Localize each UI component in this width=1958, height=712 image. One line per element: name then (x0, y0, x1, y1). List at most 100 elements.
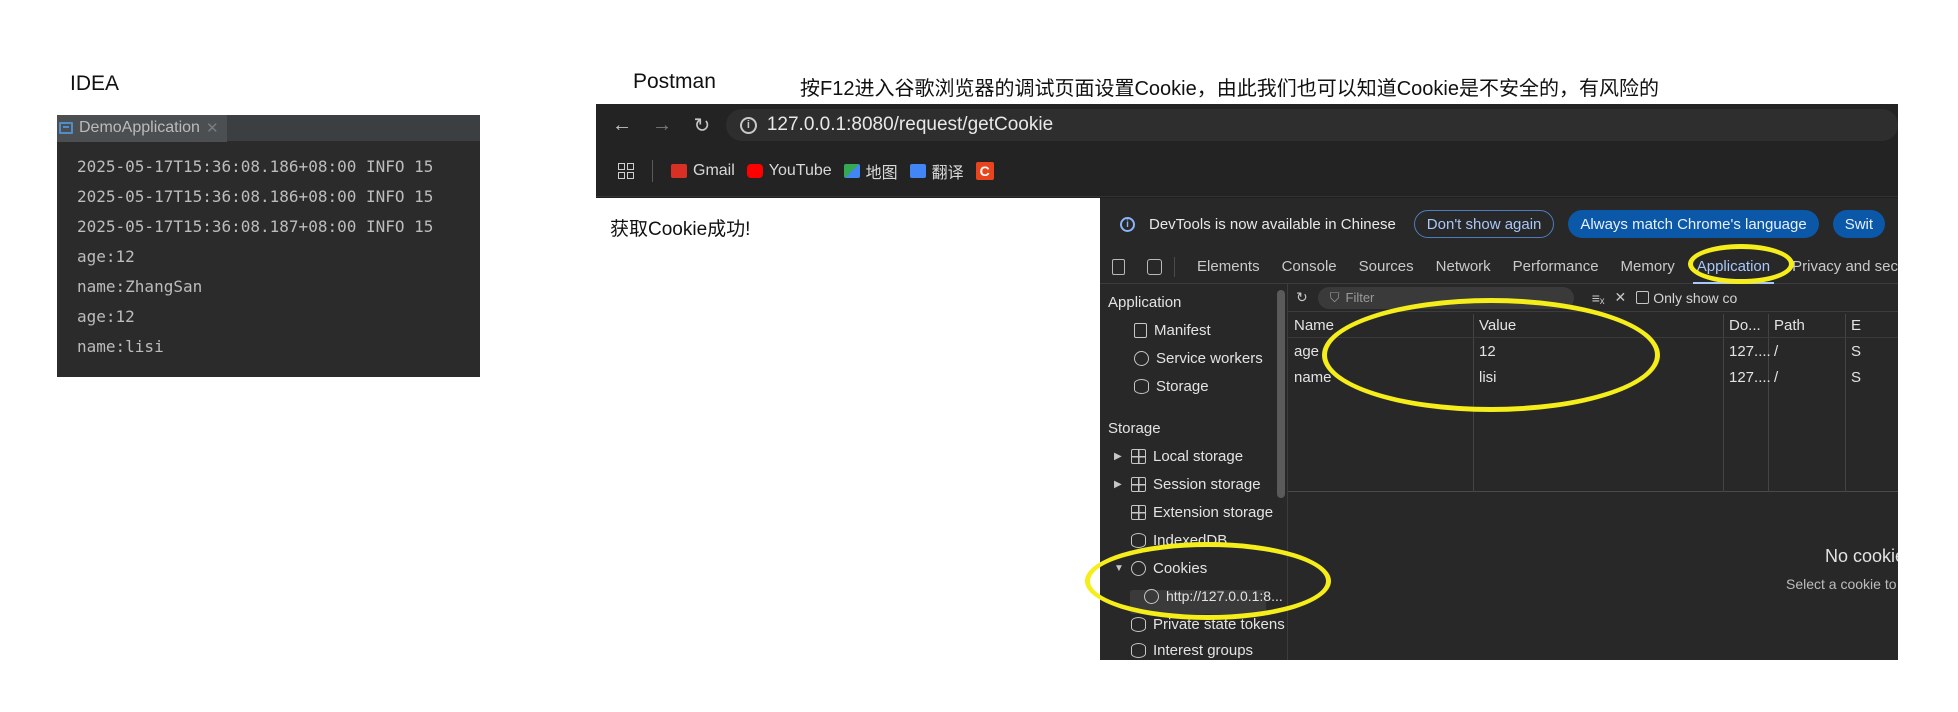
no-cookie-selected-title: No cookie selected (1825, 546, 1898, 566)
column-header-name[interactable]: Name (1294, 317, 1334, 334)
sidebar-item-label: Session storage (1153, 476, 1261, 493)
translate-icon (909, 164, 926, 178)
table-icon (1131, 449, 1146, 464)
maps-icon (843, 164, 860, 178)
idea-tab-label: DemoApplication (79, 119, 200, 136)
highlight-cookie-rows (1322, 298, 1660, 412)
sidebar-item-local-storage[interactable]: ▶ Local storage (1114, 448, 1243, 465)
table-cell-expires[interactable]: S (1851, 369, 1861, 386)
bookmark-label: 地图 (865, 165, 898, 182)
sidebar-item-interest-groups[interactable]: Interest groups (1131, 642, 1253, 659)
bookmark-gmail[interactable]: Gmail (671, 162, 735, 180)
table-cell-name[interactable]: age (1294, 343, 1319, 360)
no-cookie-selected-hint: Select a cookie to preview its (1786, 576, 1898, 592)
device-toolbar-icon[interactable] (1147, 258, 1163, 275)
back-icon[interactable]: ← (612, 114, 632, 137)
column-divider (1723, 314, 1724, 492)
sidebar-application-header: Application (1108, 294, 1182, 311)
table-cell-path[interactable]: / (1774, 369, 1778, 386)
note-caption: 按F12进入谷歌浏览器的调试页面设置Cookie，由此我们也可以知道Cookie… (800, 78, 1659, 100)
sidebar-item-label: Extension storage (1153, 504, 1274, 521)
only-show-checkbox[interactable] (1636, 291, 1650, 304)
log-line: 2025-05-17T15:36:08.187+08:00 INFO 15 (77, 217, 434, 236)
screenshot-canvas: IDEA Postman 按F12进入谷歌浏览器的调试页面设置Cookie，由此… (0, 0, 1958, 712)
site-info-icon[interactable]: i (739, 116, 757, 134)
cookies-toolbar: ↻ ⛉ Filter ≡ₓ ✕ Only show co (1288, 284, 1898, 312)
tab-console[interactable]: Console (1282, 258, 1337, 275)
tab-memory[interactable]: Memory (1621, 258, 1675, 275)
apps-grid-icon[interactable] (618, 163, 634, 179)
tab-elements[interactable]: Elements (1197, 258, 1260, 275)
highlight-cookies-sidebar (1085, 542, 1331, 620)
bookmark-maps[interactable]: 地图 (843, 159, 898, 183)
document-icon (1134, 323, 1147, 338)
database-icon (1134, 379, 1149, 394)
always-match-language-button[interactable]: Always match Chrome's language (1568, 210, 1819, 238)
url-text: 127.0.0.1:8080/request/getCookie (766, 114, 1054, 135)
only-show-label: Only show co (1653, 289, 1738, 306)
close-icon[interactable]: ✕ (206, 119, 219, 137)
sidebar-item-manifest[interactable]: Manifest (1134, 322, 1211, 339)
gear-icon (1134, 351, 1149, 366)
table-icon (1131, 477, 1146, 492)
refresh-icon[interactable]: ↻ (1296, 289, 1308, 306)
bookmark-c-app[interactable]: C (975, 162, 994, 180)
bookmark-label: Gmail (693, 162, 735, 179)
sidebar-item-extension-storage[interactable]: Extension storage (1131, 504, 1273, 521)
table-cell-path[interactable]: / (1774, 343, 1778, 360)
sidebar-item-session-storage[interactable]: ▶ Session storage (1114, 476, 1261, 493)
log-line: age:12 (77, 247, 135, 266)
page-response-text: 获取Cookie成功! (610, 219, 751, 240)
tab-privacy-and-security[interactable]: Privacy and sec (1792, 258, 1898, 275)
reload-icon[interactable]: ↻ (692, 113, 712, 138)
tab-divider (1174, 256, 1176, 277)
bookmark-label: YouTube (768, 162, 832, 179)
expand-arrow-icon[interactable]: ▶ (1114, 451, 1124, 462)
table-cell-domain[interactable]: 127.... (1729, 369, 1771, 386)
tab-performance[interactable]: Performance (1513, 258, 1599, 275)
bookmark-translate[interactable]: 翻译 (909, 159, 964, 183)
bookmark-youtube[interactable]: YouTube (746, 162, 832, 180)
database-icon (1131, 617, 1146, 632)
tab-sources[interactable]: Sources (1359, 258, 1414, 275)
run-console-icon (59, 122, 73, 134)
expand-arrow-icon[interactable]: ▶ (1114, 479, 1124, 490)
column-header-expires[interactable]: E (1851, 317, 1861, 334)
youtube-icon (746, 164, 763, 178)
table-cell-name[interactable]: name (1294, 369, 1332, 386)
forward-icon[interactable]: → (652, 114, 672, 137)
page-viewport: 获取Cookie成功! (596, 198, 1100, 660)
database-icon (1131, 643, 1146, 658)
log-line: 2025-05-17T15:36:08.186+08:00 INFO 15 (77, 187, 434, 206)
address-bar[interactable]: i 127.0.0.1:8080/request/getCookie (725, 109, 1898, 141)
postman-caption: Postman (633, 70, 716, 93)
idea-run-tab[interactable]: DemoApplication ✕ (57, 115, 227, 142)
sidebar-scrollbar[interactable] (1277, 290, 1285, 498)
column-header-domain[interactable]: Do... (1729, 317, 1761, 334)
sidebar-item-label: Service workers (1156, 350, 1263, 367)
sidebar-item-storage[interactable]: Storage (1134, 378, 1209, 395)
sidebar-item-service-workers[interactable]: Service workers (1134, 350, 1263, 367)
idea-caption: IDEA (70, 72, 120, 95)
language-banner: i DevTools is now available in Chinese D… (1100, 198, 1898, 250)
sidebar-item-label: Local storage (1153, 448, 1244, 465)
log-line: 2025-05-17T15:36:08.186+08:00 INFO 15 (77, 157, 434, 176)
inspect-element-icon[interactable] (1112, 258, 1126, 275)
filter-placeholder: Filter (1345, 290, 1375, 305)
table-cell-domain[interactable]: 127.... (1729, 343, 1771, 360)
clear-filtered-icon[interactable]: ≡ₓ (1592, 290, 1605, 306)
banner-message: DevTools is now available in Chinese (1149, 215, 1396, 233)
log-line: age:12 (77, 307, 135, 326)
tab-network[interactable]: Network (1436, 258, 1491, 275)
idea-log-output: 2025-05-17T15:36:08.186+08:00 INFO 15 20… (57, 142, 480, 362)
address-row: ← → ↻ i 127.0.0.1:8080/request/getCookie (596, 104, 1898, 146)
switch-language-button[interactable]: Swit (1832, 210, 1886, 238)
column-header-path[interactable]: Path (1774, 317, 1805, 334)
idea-tab-bar: DemoApplication ✕ (57, 115, 480, 142)
gmail-icon (671, 164, 687, 178)
sidebar-item-label: Interest groups (1153, 642, 1254, 659)
delete-icon[interactable]: ✕ (1615, 289, 1627, 306)
table-cell-expires[interactable]: S (1851, 343, 1861, 360)
dont-show-again-button[interactable]: Don't show again (1413, 210, 1555, 238)
c-app-icon: C (975, 162, 994, 180)
